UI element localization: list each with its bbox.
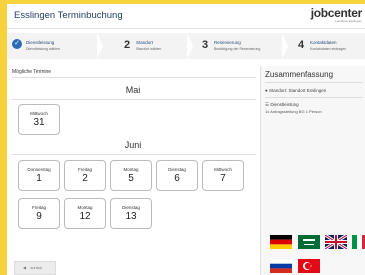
month-heading-mai: Mai [125,85,141,95]
logo-main: jobcenter [310,6,363,20]
section-label: Mögliche Termine [12,69,52,75]
step-subtitle: Standort wählen [136,47,162,51]
step-dienstleistung[interactable]: ✓ Dienstleistung Dienstleistung wählen [7,33,97,59]
back-label: zurück [30,265,42,270]
day-number: 1 [36,173,42,184]
chevron-separator [282,33,288,59]
step-title: Dienstleistung [26,40,55,45]
date-option-5[interactable]: Montag 5 [110,160,152,191]
day-number: 13 [125,211,137,222]
date-option-12[interactable]: Montag 12 [64,198,106,229]
service-label: Dienstleistung [270,102,299,107]
weekday-label: Freitag [31,205,46,210]
step-subtitle: Kontaktdaten eintragen [310,47,347,51]
divider [12,77,256,78]
summary-panel: Zusammenfassung ● Standort: Standort Ess… [260,66,365,275]
divider [265,82,363,83]
location-pin-icon: ● [265,88,268,93]
day-number: 5 [128,173,134,184]
step-subtitle: Bestätigung der Reservierung [214,47,261,51]
day-number: 7 [220,173,226,184]
day-number: 2 [82,173,88,184]
weekday-label: Freitag [77,167,92,172]
list-icon: ☰ [265,102,270,107]
day-number: 9 [36,211,42,222]
header: Esslingen Terminbuchung jobcenter Landkr… [7,4,365,29]
checkmark-icon: ✓ [12,39,22,49]
month-heading-juni: Juni [124,140,142,150]
step-number: 4 [298,39,305,51]
weekday-label: Mittwoch [30,111,48,116]
booking-window: Esslingen Terminbuchung jobcenter Landkr… [7,4,365,275]
summary-location: ● Standort: Standort Esslingen [265,88,326,93]
german-flag[interactable] [270,235,292,249]
date-option-1[interactable]: Donnerstag 1 [18,160,60,191]
uk-flag[interactable] [325,235,347,249]
progress-steps: ✓ Dienstleistung Dienstleistung wählen 2… [7,33,365,59]
weekday-label: Dienstag [122,205,140,210]
date-option-9[interactable]: Freitag 9 [18,198,60,229]
arrow-left-icon: ◀ [23,265,27,270]
app-title: Esslingen Terminbuchung [14,10,123,21]
location-text: Standort: Standort Esslingen [268,88,327,93]
back-button[interactable]: ◀ zurück [14,261,56,275]
weekday-label: Dienstag [168,167,186,172]
divider [265,97,363,98]
step-kontaktdaten: 4 Kontaktdaten Kontaktdaten eintragen [290,33,365,59]
date-option-13[interactable]: Dienstag 13 [110,198,152,229]
weekday-label: Montag [77,205,93,210]
chevron-separator [97,33,103,59]
step-reservierung: 3 Reservierung Bestätigung der Reservier… [195,33,277,59]
date-option-6[interactable]: Dienstag 6 [156,160,198,191]
step-standort: 2 Standort Standort wählen [105,33,187,59]
day-number: 6 [174,173,180,184]
day-number: 31 [33,117,45,128]
date-option-7[interactable]: Mittwoch 7 [202,160,244,191]
turkish-flag[interactable] [298,259,320,273]
step-subtitle: Dienstleistung wählen [26,47,61,51]
service-detail: 1x Antragsstellung BG 1 Person [265,109,322,114]
weekday-label: Mittwoch [214,167,232,172]
chevron-separator [187,33,193,59]
step-title: Reservierung [214,40,241,45]
weekday-label: Montag [123,167,139,172]
russian-flag[interactable] [270,259,292,273]
date-option-31[interactable]: Mittwoch 31 [18,104,60,135]
divider [12,99,256,100]
step-title: Kontaktdaten [310,40,337,45]
italian-flag[interactable] [352,235,365,249]
step-title: Standort [136,40,154,45]
date-option-2[interactable]: Freitag 2 [64,160,106,191]
step-number: 2 [124,39,131,51]
step-number: 3 [202,39,209,51]
divider [12,154,256,155]
weekday-label: Donnerstag [27,167,51,172]
jobcenter-logo: jobcenter Landkreis Esslingen [310,6,363,23]
day-number: 12 [79,211,91,222]
arabic-flag[interactable] [298,235,320,249]
summary-title: Zusammenfassung [265,70,334,79]
summary-service: ☰ Dienstleistung [265,102,299,108]
